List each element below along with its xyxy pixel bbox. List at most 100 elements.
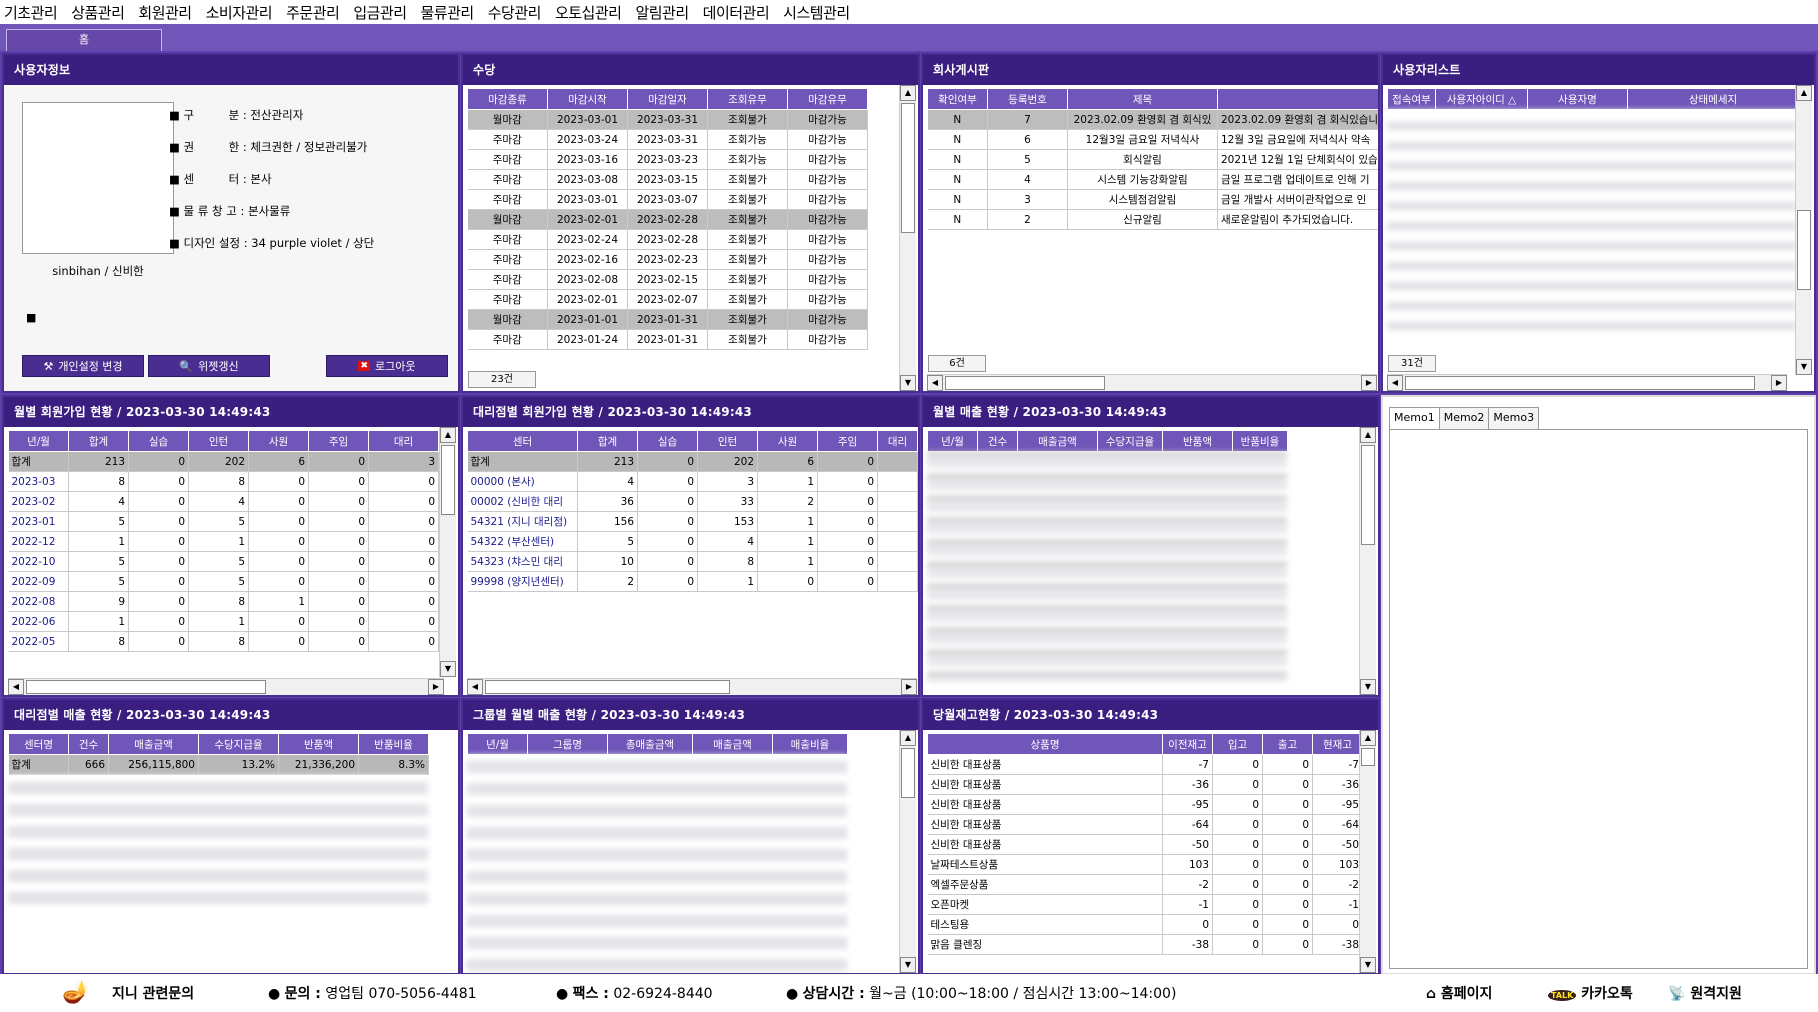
table-row[interactable]: 오픈마켓 -1 0 0 -1 <box>927 894 1363 915</box>
table-row[interactable]: 맑음 클렌징 -38 0 0 -38 <box>927 934 1363 955</box>
table-row[interactable]: 신비한 대표상품 -64 0 0 -64 <box>927 814 1363 835</box>
table-row[interactable]: 엑셀주문상품 -2 0 0 -2 <box>927 874 1363 895</box>
column-header[interactable]: 출고 <box>1262 733 1313 755</box>
scroll-up-icon[interactable]: ▲ <box>440 427 456 443</box>
table-row[interactable]: 주마감 2023-02-08 2023-02-15 조회불가 마감가능 <box>467 269 868 290</box>
table-row[interactable]: 00000 (본사) 4 0 3 1 0 <box>467 471 918 492</box>
homepage-link[interactable]: ⌂ 홈페이지 <box>1426 983 1492 1003</box>
table-row[interactable]: 신비한 대표상품 -36 0 0 -36 <box>927 774 1363 795</box>
personal-settings-button[interactable]: ⚒ 개인설정 변경 <box>22 355 144 377</box>
scroll-left-icon[interactable]: ◀ <box>8 679 24 695</box>
summary-row[interactable]: 합계 213 0 202 6 0 <box>467 451 918 472</box>
scroll-up-icon[interactable]: ▲ <box>1360 730 1376 746</box>
table-row[interactable]: 2022-06 1 0 1 0 0 0 <box>8 611 439 632</box>
menu-system[interactable]: 시스템관리 <box>783 2 850 23</box>
scroll-down-icon[interactable]: ▼ <box>440 661 456 677</box>
column-header[interactable]: 그룹명 <box>527 733 608 755</box>
column-header[interactable]: 센터 <box>467 430 578 452</box>
column-header[interactable]: 반품액 <box>1162 430 1233 452</box>
scroll-right-icon[interactable]: ▶ <box>901 679 917 695</box>
table-row[interactable]: 주마감 2023-03-24 2023-03-31 조회가능 마감가능 <box>467 129 868 150</box>
menu-commission[interactable]: 수당관리 <box>488 2 542 23</box>
menu-notification[interactable]: 알림관리 <box>635 2 689 23</box>
column-header[interactable]: 매출금액 <box>108 733 199 755</box>
column-header[interactable]: 등록번호 <box>987 88 1068 110</box>
column-header[interactable]: 이전재고 <box>1162 733 1213 755</box>
horizontal-scrollbar[interactable]: ◀ ▶ <box>8 678 444 695</box>
summary-row[interactable]: 합계 213 0 202 6 0 3 <box>8 451 439 472</box>
scroll-left-icon[interactable]: ◀ <box>467 679 483 695</box>
table-row[interactable]: 월마감 2023-01-01 2023-01-31 조회불가 마감가능 <box>467 309 868 330</box>
menu-data[interactable]: 데이터관리 <box>703 2 770 23</box>
column-header[interactable]: 상품명 <box>927 733 1163 755</box>
table-row[interactable]: 신비한 대표상품 -50 0 0 -50 <box>927 834 1363 855</box>
column-header[interactable]: 주임 <box>308 430 369 452</box>
column-header[interactable]: 접속여부 <box>1387 88 1436 110</box>
scroll-up-icon[interactable]: ▲ <box>1796 85 1812 101</box>
column-header[interactable]: 반품액 <box>278 733 359 755</box>
horizontal-scrollbar[interactable]: ◀ ▶ <box>467 678 917 695</box>
menu-logistics[interactable]: 물류관리 <box>421 2 475 23</box>
column-header[interactable]: 주임 <box>817 430 878 452</box>
column-header[interactable]: 마감시작 <box>547 88 628 110</box>
table-row[interactable]: 테스팅용 0 0 0 0 <box>927 914 1363 935</box>
column-header[interactable]: 건수 <box>977 430 1018 452</box>
memo-tab-1[interactable]: Memo1 <box>1389 407 1440 429</box>
table-row[interactable]: 주마감 2023-03-16 2023-03-23 조회가능 마감가능 <box>467 149 868 170</box>
column-header[interactable]: 사원 <box>757 430 818 452</box>
table-row[interactable]: 신비한 대표상품 -7 0 0 -7 <box>927 754 1363 775</box>
table-row[interactable]: 주마감 2023-03-08 2023-03-15 조회불가 마감가능 <box>467 169 868 190</box>
column-header[interactable]: 현재고 <box>1312 733 1363 755</box>
table-row[interactable]: 00002 (신비한 대리 36 0 33 2 0 <box>467 491 918 512</box>
scroll-up-icon[interactable]: ▲ <box>1360 427 1376 443</box>
column-header[interactable]: 매출비율 <box>772 733 848 755</box>
column-header[interactable]: 년/월 <box>8 430 69 452</box>
table-row[interactable]: N 5 회식알림 2021년 12월 1일 단체회식이 있습 <box>927 149 1378 170</box>
table-row[interactable]: N 6 12월3일 금요일 저녁식사 12월 3일 금요일에 저녁식사 약속 <box>927 129 1378 150</box>
tab-home[interactable]: 홈 <box>6 29 162 51</box>
memo-tab-3[interactable]: Memo3 <box>1488 407 1540 429</box>
column-header[interactable]: 대리 <box>368 430 439 452</box>
menu-deposit[interactable]: 입금관리 <box>353 2 407 23</box>
vertical-scrollbar[interactable]: ▲ ▼ <box>1795 85 1812 375</box>
scroll-right-icon[interactable]: ▶ <box>428 679 444 695</box>
memo-textarea[interactable] <box>1389 429 1808 969</box>
column-header[interactable]: 사용자아이디 △ <box>1435 88 1528 110</box>
vertical-scrollbar[interactable]: ▲ ▼ <box>1359 730 1376 973</box>
column-header[interactable]: 입고 <box>1212 733 1263 755</box>
column-header[interactable]: 마감일자 <box>627 88 708 110</box>
menu-consumer[interactable]: 소비자관리 <box>206 2 273 23</box>
menu-member[interactable]: 회원관리 <box>138 2 192 23</box>
horizontal-scrollbar[interactable]: ◀ ▶ <box>927 374 1377 391</box>
table-row[interactable]: 신비한 대표상품 -95 0 0 -95 <box>927 794 1363 815</box>
table-row[interactable]: 54323 (챠스민 대리 10 0 8 1 0 <box>467 551 918 572</box>
menu-order[interactable]: 주문관리 <box>286 2 340 23</box>
scroll-down-icon[interactable]: ▼ <box>1360 957 1376 973</box>
vertical-scrollbar[interactable]: ▲ ▼ <box>899 85 916 391</box>
menu-autoship[interactable]: 오토십관리 <box>555 2 622 23</box>
table-row[interactable]: 주마감 2023-01-24 2023-01-31 조회불가 마감가능 <box>467 329 868 350</box>
table-row[interactable]: N 4 시스템 기능강화알림 금일 프로그램 업데이트로 인해 기 <box>927 169 1378 190</box>
column-header[interactable]: 확인여부 <box>927 88 988 110</box>
scroll-left-icon[interactable]: ◀ <box>1387 375 1403 391</box>
memo-tab-2[interactable]: Memo2 <box>1438 407 1490 429</box>
column-header[interactable]: 년/월 <box>467 733 528 755</box>
column-header[interactable]: 사원 <box>248 430 309 452</box>
table-row[interactable]: 2023-03 8 0 8 0 0 0 <box>8 471 439 492</box>
column-header[interactable]: 합계 <box>577 430 638 452</box>
column-header[interactable] <box>1217 88 1378 110</box>
column-header[interactable]: 대리 <box>877 430 918 452</box>
widget-refresh-button[interactable]: 🔍 위젯갱신 <box>148 355 270 377</box>
table-row[interactable]: 2022-12 1 0 1 0 0 0 <box>8 531 439 552</box>
table-row[interactable]: N 2 신규알림 새로운알림이 추가되었습니다. <box>927 209 1378 230</box>
menu-product[interactable]: 상품관리 <box>71 2 125 23</box>
table-row[interactable]: 2022-08 9 0 8 1 0 0 <box>8 591 439 612</box>
scroll-down-icon[interactable]: ▼ <box>1796 359 1812 375</box>
column-header[interactable]: 센터명 <box>8 733 69 755</box>
column-header[interactable]: 인턴 <box>188 430 249 452</box>
column-header[interactable]: 인턴 <box>697 430 758 452</box>
column-header[interactable]: 제목 <box>1067 88 1218 110</box>
table-row[interactable]: 2022-10 5 0 5 0 0 0 <box>8 551 439 572</box>
column-header[interactable]: 합계 <box>68 430 129 452</box>
table-row[interactable]: 월마감 2023-03-01 2023-03-31 조회불가 마감가능 <box>467 109 868 130</box>
